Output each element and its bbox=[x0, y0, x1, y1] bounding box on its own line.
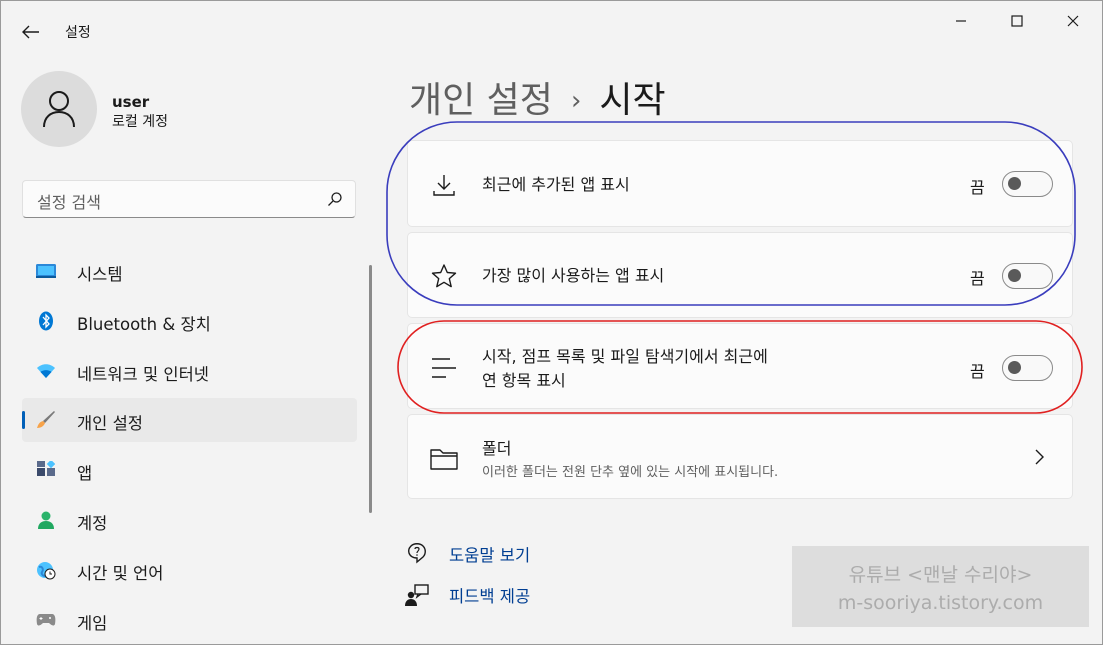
sidebar-item-label: 시간 및 언어 bbox=[77, 564, 164, 583]
setting-title-line1: 시작, 점프 목록 및 파일 탐색기에서 최근에 bbox=[482, 347, 768, 366]
sidebar-item-system[interactable]: 시스템 bbox=[22, 249, 357, 293]
sidebar-item-label: 시스템 bbox=[77, 265, 123, 284]
sidebar-item-bluetooth[interactable]: Bluetooth & 장치 bbox=[22, 299, 357, 343]
maximize-button[interactable] bbox=[989, 1, 1045, 41]
setting-recent-items[interactable]: 시작, 점프 목록 및 파일 탐색기에서 최근에 연 항목 표시 끔 bbox=[407, 323, 1073, 409]
search-icon[interactable] bbox=[327, 191, 343, 207]
setting-recent-apps[interactable]: 최근에 추가된 앱 표시 끔 bbox=[407, 140, 1073, 227]
breadcrumb-separator: › bbox=[570, 86, 582, 116]
most-used-apps-toggle[interactable] bbox=[1002, 263, 1053, 289]
close-button[interactable] bbox=[1045, 1, 1101, 41]
sidebar-item-personalization[interactable]: 개인 설정 bbox=[22, 398, 357, 442]
toggle-state-label: 끔 bbox=[970, 269, 985, 288]
brush-icon bbox=[36, 410, 56, 430]
toggle-knob bbox=[1008, 269, 1021, 282]
setting-folders[interactable]: 폴더 이러한 폴더는 전원 단추 옆에 있는 시작에 표시됩니다. bbox=[407, 414, 1073, 499]
feedback-link-label[interactable]: 피드백 제공 bbox=[449, 583, 530, 607]
toggle-knob bbox=[1008, 361, 1021, 374]
setting-title-line2: 연 항목 표시 bbox=[482, 371, 566, 390]
setting-most-used-apps[interactable]: 가장 많이 사용하는 앱 표시 끔 bbox=[407, 232, 1073, 318]
search-placeholder: 설정 검색 bbox=[37, 193, 101, 212]
gamepad-icon bbox=[36, 610, 56, 630]
breadcrumb-current: 시작 bbox=[599, 80, 666, 121]
feedback-icon bbox=[405, 584, 429, 606]
setting-title: 폴더 bbox=[482, 439, 512, 458]
list-icon bbox=[430, 354, 458, 382]
back-arrow-icon bbox=[22, 25, 39, 39]
user-name: user bbox=[112, 93, 150, 111]
sidebar-item-label: 네트워크 및 인터넷 bbox=[77, 365, 209, 384]
toggle-knob bbox=[1008, 177, 1021, 190]
setting-subtitle: 이러한 폴더는 전원 단추 옆에 있는 시작에 표시됩니다. bbox=[482, 465, 779, 480]
maximize-icon bbox=[1011, 15, 1023, 27]
folder-icon bbox=[430, 445, 458, 473]
settings-search-input[interactable]: 설정 검색 bbox=[22, 180, 356, 218]
wifi-icon bbox=[36, 361, 56, 381]
title-bar: 설정 bbox=[1, 1, 1102, 41]
sidebar-item-label: 앱 bbox=[77, 464, 93, 483]
sidebar-scrollbar[interactable] bbox=[369, 265, 372, 513]
chevron-right-icon bbox=[1035, 449, 1044, 465]
bluetooth-icon bbox=[36, 311, 56, 331]
help-link-label[interactable]: 도움말 보기 bbox=[449, 542, 530, 566]
page-title: 개인 설정 › 시작 bbox=[409, 71, 666, 123]
selection-indicator bbox=[22, 411, 25, 429]
app-title: 설정 bbox=[65, 25, 91, 41]
monitor-icon bbox=[36, 261, 56, 281]
watermark-line1: 유튜브 <맨날 수리야> bbox=[848, 564, 1033, 586]
globe-clock-icon bbox=[36, 560, 56, 580]
sidebar-item-gaming[interactable]: 게임 bbox=[22, 598, 357, 642]
sidebar-item-label: Bluetooth & 장치 bbox=[77, 315, 211, 334]
download-icon bbox=[430, 171, 458, 199]
toggle-state-label: 끔 bbox=[970, 178, 985, 197]
sidebar-item-label: 계정 bbox=[77, 514, 108, 533]
watermark-line2: m-sooriya.tistory.com bbox=[837, 592, 1044, 614]
close-icon bbox=[1067, 15, 1079, 27]
account-icon bbox=[36, 510, 56, 530]
sidebar-item-accounts[interactable]: 계정 bbox=[22, 498, 357, 542]
sidebar-item-label: 개인 설정 bbox=[77, 414, 143, 433]
setting-title: 가장 많이 사용하는 앱 표시 bbox=[482, 266, 665, 285]
recent-items-toggle[interactable] bbox=[1002, 355, 1053, 381]
person-icon bbox=[43, 91, 75, 128]
sidebar-item-network[interactable]: 네트워크 및 인터넷 bbox=[22, 349, 357, 393]
help-icon bbox=[407, 543, 426, 564]
minimize-icon bbox=[956, 20, 966, 22]
sidebar-item-apps[interactable]: 앱 bbox=[22, 448, 357, 492]
sidebar-item-time-language[interactable]: 시간 및 언어 bbox=[22, 548, 357, 592]
apps-icon bbox=[36, 460, 56, 480]
sidebar-item-label: 게임 bbox=[77, 614, 108, 633]
back-button[interactable] bbox=[13, 14, 49, 50]
star-icon bbox=[430, 262, 458, 290]
breadcrumb-parent[interactable]: 개인 설정 bbox=[409, 80, 553, 121]
recent-apps-toggle[interactable] bbox=[1002, 171, 1053, 197]
minimize-button[interactable] bbox=[933, 1, 989, 41]
setting-title: 최근에 추가된 앱 표시 bbox=[482, 175, 630, 194]
avatar bbox=[21, 71, 97, 147]
watermark: 유튜브 <맨날 수리야> m-sooriya.tistory.com bbox=[792, 546, 1089, 627]
account-type: 로컬 계정 bbox=[112, 114, 168, 130]
toggle-state-label: 끔 bbox=[970, 362, 985, 381]
